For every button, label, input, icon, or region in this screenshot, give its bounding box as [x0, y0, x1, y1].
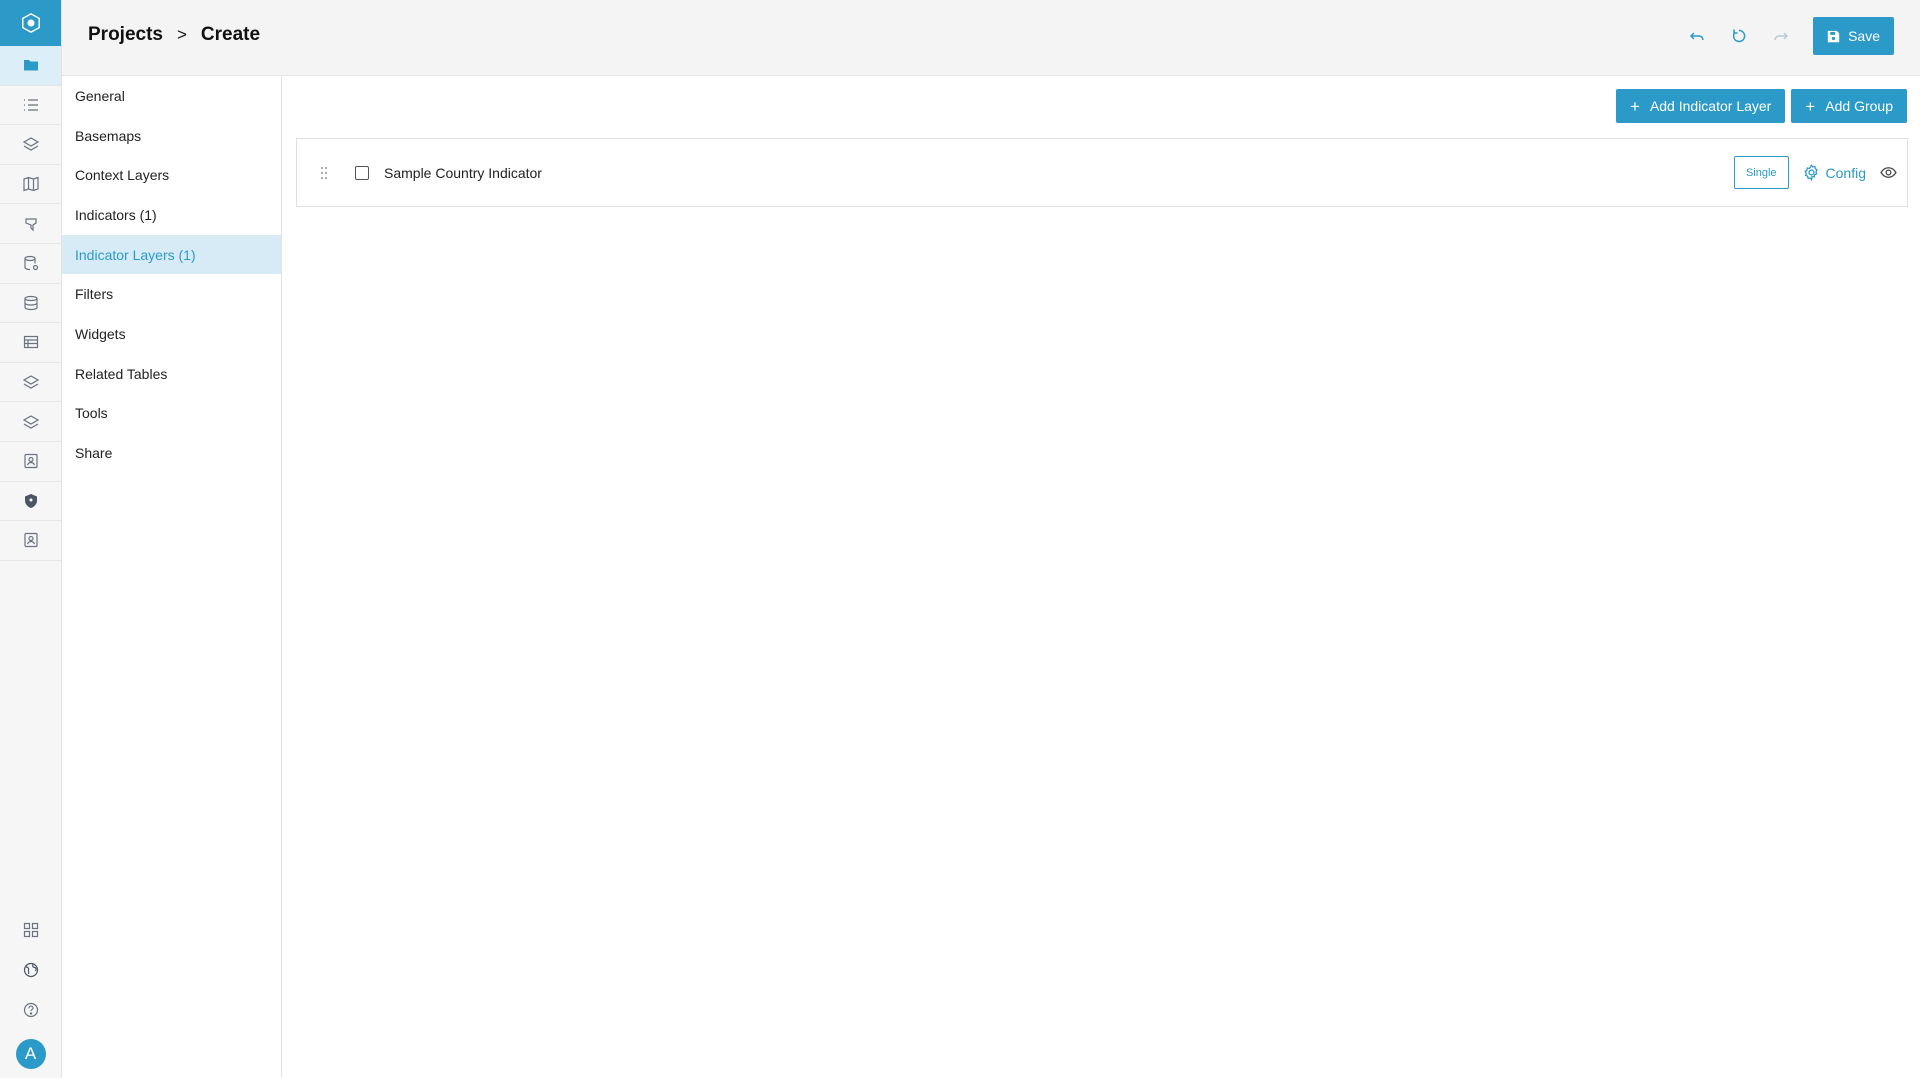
globe-icon: [23, 962, 38, 978]
rail-layers-3[interactable]: [0, 402, 61, 442]
sidebar-item-general[interactable]: General: [62, 76, 281, 116]
visibility-toggle[interactable]: [1880, 164, 1897, 181]
page-header: Projects > Create Save: [62, 0, 1920, 76]
breadcrumb: Projects > Create: [88, 24, 260, 46]
contact-icon: [23, 454, 38, 469]
add-indicator-layer-button[interactable]: + Add Indicator Layer: [1616, 89, 1786, 123]
rail-globe[interactable]: [0, 950, 61, 990]
sidebar-item-indicator-layers[interactable]: Indicator Layers (1): [62, 234, 281, 275]
user-menu[interactable]: A: [0, 1030, 61, 1078]
sidebar-item-related-tables[interactable]: Related Tables: [62, 354, 281, 394]
logo-icon: [21, 12, 40, 34]
redo-button[interactable]: [1771, 26, 1791, 46]
reset-button[interactable]: [1729, 26, 1749, 46]
breadcrumb-projects[interactable]: Projects: [88, 24, 163, 46]
breadcrumb-separator: >: [176, 25, 187, 44]
save-label: Save: [1848, 28, 1880, 44]
plus-icon: +: [1630, 96, 1640, 116]
save-icon: [1827, 30, 1840, 42]
undo-icon: [1690, 32, 1704, 41]
sidebar-item-widgets[interactable]: Widgets: [62, 314, 281, 354]
rail-contact-2[interactable]: [0, 521, 61, 561]
rail-database[interactable]: [0, 284, 61, 324]
rail-layers-2[interactable]: [0, 363, 61, 403]
layer-checkbox[interactable]: [355, 166, 369, 180]
contact-icon: [23, 533, 38, 548]
rail-help[interactable]: [0, 990, 61, 1030]
add-indicator-layer-label: Add Indicator Layer: [1649, 98, 1772, 114]
section-sidebar: General Basemaps Context Layers Indicato…: [62, 76, 282, 1078]
sidebar-item-indicators[interactable]: Indicators (1): [62, 195, 281, 235]
rail-contact[interactable]: [0, 442, 61, 482]
gear-icon: [1803, 164, 1818, 181]
plus-icon: +: [1805, 96, 1816, 116]
rail-pin[interactable]: [0, 204, 61, 244]
sidebar-item-basemaps[interactable]: Basemaps: [62, 116, 281, 156]
rail-list[interactable]: [0, 86, 61, 126]
pin-icon: [24, 218, 37, 232]
rail-shield[interactable]: [0, 482, 61, 522]
config-button[interactable]: Config: [1803, 164, 1866, 181]
main-content: + Add Indicator Layer + Add Group Sample…: [283, 76, 1920, 1078]
database-icon: [23, 295, 38, 310]
help-icon: [23, 1002, 38, 1018]
rail-table[interactable]: [0, 323, 61, 363]
refresh-icon: [1732, 29, 1746, 43]
sidebar-item-share[interactable]: Share: [62, 433, 281, 473]
header-actions: Save: [1687, 17, 1894, 55]
sidebar-item-context-layers[interactable]: Context Layers: [62, 155, 281, 195]
add-group-button[interactable]: + Add Group: [1791, 89, 1907, 123]
table-icon: [23, 336, 38, 349]
sidebar-item-tools[interactable]: Tools: [62, 394, 281, 434]
list-icon: [23, 99, 38, 111]
redo-icon: [1774, 32, 1789, 41]
rail-layers[interactable]: [0, 125, 61, 165]
sidebar-item-filters[interactable]: Filters: [62, 274, 281, 314]
app-logo[interactable]: [0, 0, 61, 46]
shield-icon: [24, 493, 37, 508]
folder-icon: [23, 60, 38, 71]
config-label: Config: [1825, 164, 1866, 181]
database-settings-icon: [23, 256, 38, 271]
add-group-label: Add Group: [1825, 98, 1893, 114]
layers-icon: [22, 414, 39, 429]
layer-name: Sample Country Indicator: [384, 165, 542, 181]
breadcrumb-create: Create: [200, 24, 261, 45]
map-icon: [22, 176, 39, 192]
layers-icon: [22, 137, 39, 152]
layer-toolbar: + Add Indicator Layer + Add Group: [1616, 89, 1907, 123]
drag-handle-icon[interactable]: [319, 166, 329, 180]
rail-database-settings[interactable]: [0, 244, 61, 284]
rail-map[interactable]: [0, 165, 61, 205]
rail-apps[interactable]: [0, 910, 61, 950]
avatar[interactable]: A: [15, 1039, 46, 1069]
save-button[interactable]: Save: [1813, 17, 1894, 55]
icon-rail: A: [0, 0, 62, 1078]
layer-row-actions: Single Config: [1733, 156, 1897, 189]
layer-type-badge[interactable]: Single: [1733, 156, 1789, 189]
rail-projects[interactable]: [0, 46, 61, 86]
eye-icon: [1880, 167, 1897, 178]
layers-icon: [22, 375, 39, 389]
grid-icon: [23, 922, 38, 938]
undo-button[interactable]: [1687, 26, 1707, 46]
layer-row: Sample Country Indicator Single Config: [296, 138, 1908, 207]
